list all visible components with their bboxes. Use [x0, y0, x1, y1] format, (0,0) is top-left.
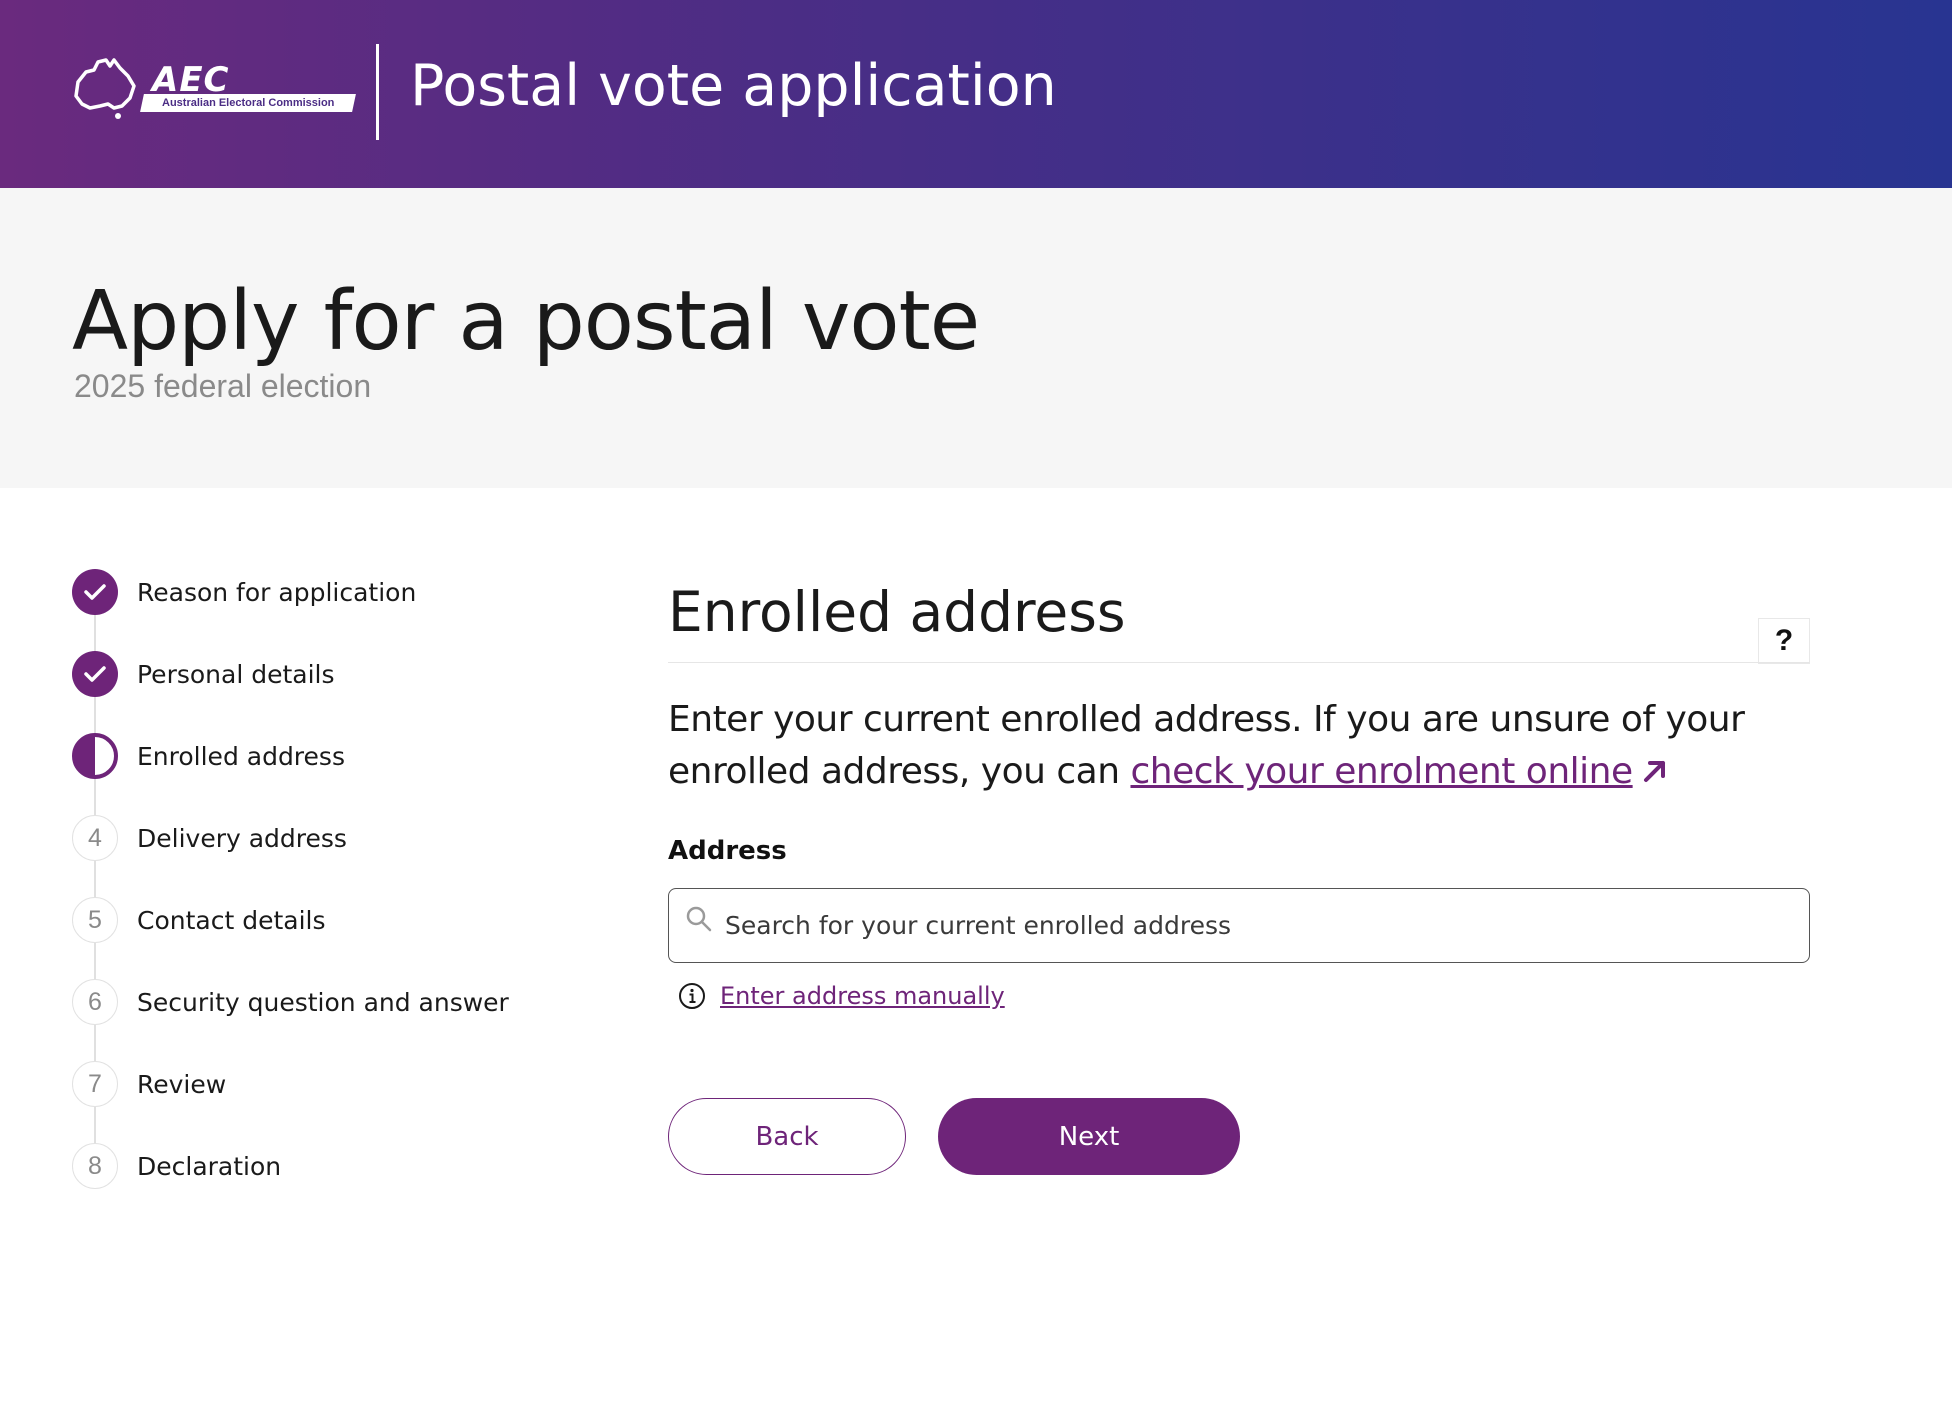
- page-title: Apply for a postal vote: [72, 274, 980, 369]
- step-label: Reason for application: [137, 577, 417, 607]
- step-label: Personal details: [137, 659, 335, 689]
- step-review: 7 Review: [72, 1060, 632, 1108]
- site-header: AEC Australian Electoral Commission Post…: [0, 0, 1952, 188]
- step-number: 4: [72, 815, 118, 861]
- step-label: Security question and answer: [137, 987, 509, 1017]
- step-number: 7: [72, 1061, 118, 1107]
- step-label: Declaration: [137, 1151, 282, 1181]
- step-label: Delivery address: [137, 823, 347, 853]
- manual-address-row: Enter address manually: [678, 982, 1005, 1010]
- page-hero: Apply for a postal vote 2025 federal ele…: [0, 188, 1952, 488]
- header-divider: [376, 44, 379, 140]
- step-number: 6: [72, 979, 118, 1025]
- step-number: 5: [72, 897, 118, 943]
- step-label: Review: [137, 1069, 227, 1099]
- check-icon: [72, 569, 118, 615]
- logo-tagline: Australian Electoral Commission: [140, 94, 356, 112]
- next-button[interactable]: Next: [938, 1098, 1240, 1175]
- address-label: Address: [668, 836, 787, 866]
- step-label: Contact details: [137, 905, 326, 935]
- step-personal-details[interactable]: Personal details: [72, 650, 632, 698]
- check-enrolment-link[interactable]: check your enrolment online: [1130, 751, 1633, 792]
- enter-address-manually-link[interactable]: Enter address manually: [720, 982, 1005, 1010]
- app-title: Postal vote application: [410, 53, 1057, 119]
- address-search-input[interactable]: [725, 889, 1795, 961]
- step-enrolled-address[interactable]: Enrolled address: [72, 732, 632, 780]
- info-icon: [679, 983, 705, 1009]
- section-divider: [668, 662, 1810, 663]
- aec-logo[interactable]: AEC Australian Electoral Commission: [72, 56, 356, 124]
- step-security-question: 6 Security question and answer: [72, 978, 632, 1026]
- back-button[interactable]: Back: [668, 1098, 906, 1175]
- external-link-icon: [1643, 761, 1665, 782]
- search-icon: [686, 906, 712, 932]
- intro-text: Enter your current enrolled address. If …: [668, 694, 1810, 798]
- step-declaration: 8 Declaration: [72, 1142, 632, 1190]
- half-circle-icon: [72, 733, 118, 779]
- section-title: Enrolled address: [668, 580, 1126, 644]
- step-contact-details: 5 Contact details: [72, 896, 632, 944]
- step-delivery-address: 4 Delivery address: [72, 814, 632, 862]
- page-subtitle: 2025 federal election: [74, 368, 372, 404]
- address-search[interactable]: [668, 888, 1810, 963]
- check-icon: [72, 651, 118, 697]
- australia-map-icon: [74, 58, 136, 119]
- step-reason-for-application[interactable]: Reason for application: [72, 568, 632, 616]
- step-number: 8: [72, 1143, 118, 1189]
- step-label: Enrolled address: [137, 741, 345, 771]
- help-button[interactable]: ?: [1758, 618, 1810, 664]
